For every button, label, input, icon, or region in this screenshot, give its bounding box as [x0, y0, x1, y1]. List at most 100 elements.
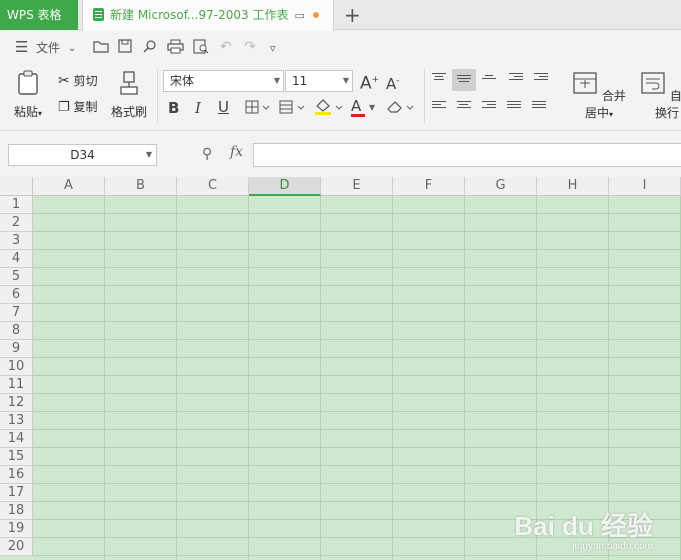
font-name-select[interactable]: 宋体 ▼ — [163, 70, 284, 92]
row-header-20[interactable]: 20 — [0, 538, 33, 556]
align-middle-button[interactable] — [452, 69, 476, 91]
justify-icon[interactable] — [507, 101, 521, 113]
align-center-icon[interactable] — [457, 101, 471, 113]
print-icon[interactable] — [167, 39, 184, 54]
align-top-icon[interactable] — [432, 73, 446, 85]
row-header-3[interactable]: 3 — [0, 232, 33, 250]
row-header-13[interactable]: 13 — [0, 412, 33, 430]
chevron-down-icon[interactable]: ⌄ — [68, 40, 76, 58]
column-header-i[interactable]: I — [609, 177, 681, 196]
row-header-11[interactable]: 11 — [0, 376, 33, 394]
paste-label: 粘贴 — [13, 105, 38, 119]
column-headers: ABCDEFGHI — [33, 177, 681, 196]
row-header-5[interactable]: 5 — [0, 268, 33, 286]
column-header-e[interactable]: E — [321, 177, 393, 196]
cut-button[interactable]: ✂ 剪切 — [58, 72, 98, 90]
row-header-18[interactable]: 18 — [0, 502, 33, 520]
name-box[interactable]: D34 ▼ — [8, 144, 157, 166]
find-icon[interactable] — [143, 39, 157, 53]
borders-icon[interactable] — [245, 100, 271, 114]
row-header-15[interactable]: 15 — [0, 448, 33, 466]
insert-function-button[interactable]: fx — [230, 144, 243, 160]
font-size-select[interactable]: 11 ▼ — [285, 70, 353, 92]
column-header-a[interactable]: A — [33, 177, 105, 196]
row-header-8[interactable]: 8 — [0, 322, 33, 340]
font-color-button[interactable]: A — [351, 97, 365, 117]
row-header-6[interactable]: 6 — [0, 286, 33, 304]
merge-cells-icon — [573, 72, 597, 94]
chevron-down-icon: ▼ — [273, 76, 280, 85]
decrease-indent-icon[interactable] — [509, 73, 523, 85]
row-header-16[interactable]: 16 — [0, 466, 33, 484]
select-all-corner[interactable] — [0, 177, 33, 196]
watermark-url: jingyan.baidu.com — [572, 541, 653, 552]
column-header-g[interactable]: G — [465, 177, 537, 196]
column-header-c[interactable]: C — [177, 177, 249, 196]
quick-access-bar: ☰ 文件 ⌄ ↶ ↷ ▿ — [0, 31, 681, 63]
row-header-9[interactable]: 9 — [0, 340, 33, 358]
align-bottom-icon[interactable] — [482, 75, 496, 87]
grow-font-label: A — [360, 73, 372, 94]
open-folder-icon[interactable] — [93, 40, 109, 53]
distributed-align-icon[interactable] — [532, 101, 546, 113]
column-header-d[interactable]: D — [249, 177, 321, 196]
format-painter-button[interactable]: 格式刷 — [109, 70, 149, 120]
undo-icon[interactable]: ↶ — [220, 38, 232, 56]
ribbon: 粘贴▾ ✂ 剪切 ❐ 复制 格式刷 宋体 ▼ 11 ▼ A+ A- B I U A … — [0, 63, 681, 131]
shrink-font-button[interactable]: A- — [386, 72, 400, 93]
paste-button[interactable]: 粘贴▾ — [10, 70, 46, 120]
spreadsheet-grid: ABCDEFGHI 1 2 3 4 5 6 7 8 9 10 11 12 13 14 15 16 17 18 19 2… — [0, 177, 681, 560]
unsaved-dot-icon — [312, 12, 319, 18]
row-header-12[interactable]: 12 — [0, 394, 33, 412]
clipboard-icon — [18, 70, 38, 95]
watermark-logo: Bai du 经验 jingyan.baidu.com — [514, 506, 653, 552]
customize-toolbar-icon[interactable]: ▿ — [270, 40, 276, 58]
row-header-10[interactable]: 10 — [0, 358, 33, 376]
cell-format-icon[interactable] — [279, 100, 307, 114]
new-tab-button[interactable]: + — [344, 2, 361, 28]
hamburger-menu-icon[interactable]: ☰ — [15, 38, 28, 56]
font-color-label: A — [351, 97, 362, 115]
monitor-icon[interactable]: ▭ — [294, 1, 304, 31]
column-header-b[interactable]: B — [105, 177, 177, 196]
redo-icon[interactable]: ↷ — [244, 38, 256, 56]
align-left-icon[interactable] — [432, 101, 446, 113]
chevron-down-icon[interactable]: ▼ — [369, 103, 375, 112]
print-preview-icon[interactable] — [193, 39, 209, 54]
chevron-down-icon: ▼ — [342, 76, 349, 85]
fill-color-icon[interactable] — [314, 98, 344, 116]
copy-button[interactable]: ❐ 复制 — [58, 98, 98, 117]
row-header-2[interactable]: 2 — [0, 214, 33, 232]
bold-button[interactable]: B — [168, 99, 179, 117]
formula-bar: D34 ▼ ⚲ fx — [0, 138, 681, 172]
increase-indent-icon[interactable] — [534, 73, 548, 85]
wrap-text-button[interactable]: 自动换行 — [638, 70, 681, 121]
formula-input[interactable] — [253, 143, 681, 167]
document-tab-label: 新建 Microsof...97-2003 工作表 — [110, 8, 289, 22]
document-tab[interactable]: 新建 Microsof...97-2003 工作表 ▭ — [82, 0, 334, 31]
column-header-h[interactable]: H — [537, 177, 609, 196]
zoom-icon[interactable]: ⚲ — [202, 146, 212, 162]
ribbon-separator — [157, 69, 158, 123]
column-header-f[interactable]: F — [393, 177, 465, 196]
merge-center-button[interactable]: 合并居中▾ — [568, 70, 630, 121]
clear-eraser-icon[interactable] — [386, 99, 416, 115]
row-header-19[interactable]: 19 — [0, 520, 33, 538]
row-header-1[interactable]: 1 — [0, 196, 33, 214]
row-header-7[interactable]: 7 — [0, 304, 33, 322]
row-header-14[interactable]: 14 — [0, 430, 33, 448]
font-name-value: 宋体 — [170, 74, 195, 88]
watermark-brand: Bai du 经验 — [514, 511, 653, 541]
align-right-icon[interactable] — [482, 101, 496, 113]
italic-button[interactable]: I — [195, 99, 201, 117]
app-tab-wps[interactable]: WPS 表格 — [0, 0, 78, 30]
save-icon[interactable] — [118, 39, 132, 53]
underline-button[interactable]: U — [218, 98, 229, 116]
file-menu-button[interactable]: 文件 — [36, 39, 60, 57]
copy-label: 复制 — [73, 100, 98, 114]
grow-font-button[interactable]: A+ — [360, 71, 379, 93]
align-middle-icon — [457, 75, 471, 87]
row-header-17[interactable]: 17 — [0, 484, 33, 502]
cut-label: 剪切 — [73, 74, 98, 88]
row-header-4[interactable]: 4 — [0, 250, 33, 268]
